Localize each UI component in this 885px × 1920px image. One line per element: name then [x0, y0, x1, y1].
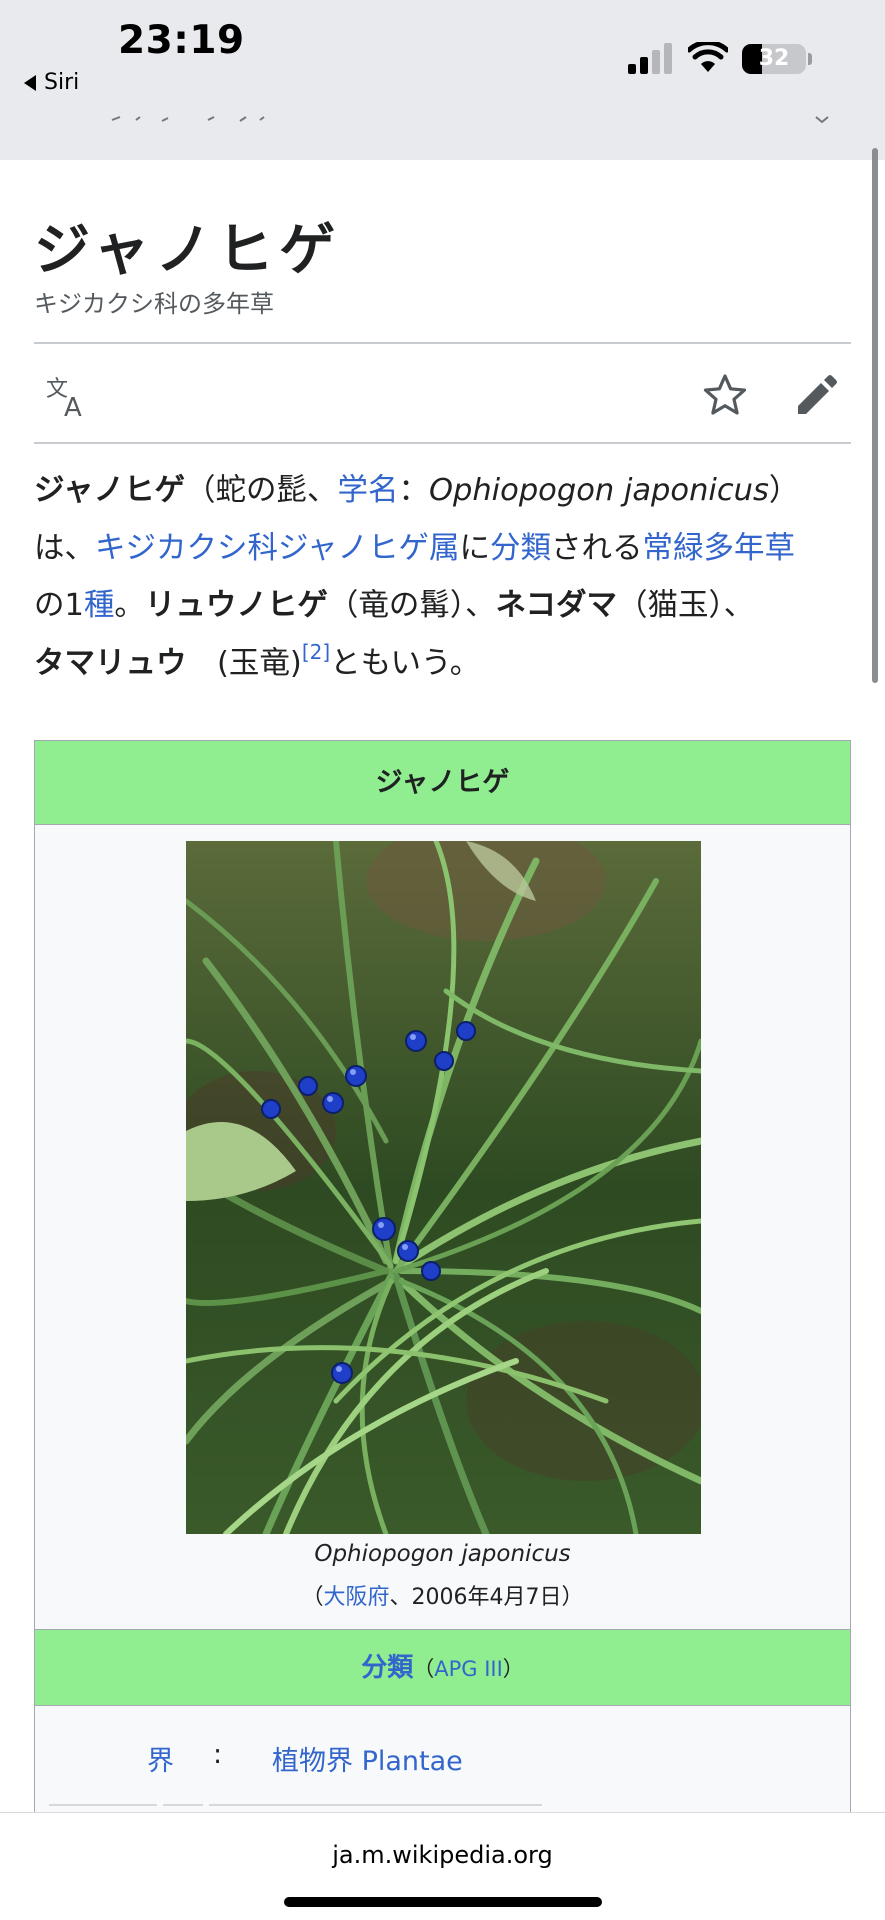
link-perennial[interactable]: 常緑多年草 [642, 531, 795, 566]
link-apg[interactable]: APG III [434, 1657, 503, 1681]
text: ） [502, 1657, 524, 1681]
pencil-icon[interactable] [794, 372, 840, 418]
taxonomy-separator: : [213, 1739, 223, 1770]
text: （蛇の髭、 [184, 473, 338, 508]
text: される [550, 530, 643, 566]
battery-percent: 32 [758, 46, 790, 71]
url-text[interactable]: ja.m.wikipedia.org [0, 1841, 885, 1869]
page-title: ジャノヒゲ [34, 217, 342, 283]
svg-text:A: A [64, 393, 82, 420]
bold-term: タマリュウ [34, 645, 187, 681]
table-rule [49, 1804, 157, 1806]
link-rank-kingdom[interactable]: 界 [147, 1739, 174, 1778]
table-rule [163, 1804, 203, 1806]
table-rule [209, 1804, 542, 1806]
home-indicator[interactable] [284, 1897, 602, 1907]
link-gakumei[interactable]: 学名 [337, 473, 398, 508]
text: （ [301, 1585, 324, 1610]
text: ： [398, 473, 429, 508]
image-caption: Ophiopogon japonicus [314, 1541, 571, 1567]
text: 。 [114, 588, 145, 623]
text: （ [413, 1657, 435, 1681]
link-species[interactable]: 種 [84, 588, 115, 623]
scientific-name: Ophiopogon japonicus [428, 473, 769, 508]
bold-term: ネコダマ [495, 588, 618, 623]
back-to-siri-button[interactable]: Siri [24, 70, 79, 95]
battery-icon: 32 [742, 44, 806, 74]
star-icon[interactable] [702, 372, 748, 418]
scrollbar[interactable] [872, 148, 878, 683]
page-subtitle: キジカクシ科の多年草 [34, 290, 274, 318]
divider [34, 442, 851, 444]
classification-header: 分類（APG III） [35, 1630, 850, 1706]
reference-link[interactable]: [2] [302, 640, 330, 664]
link-classification[interactable]: 分類 [361, 1653, 413, 1683]
chevron-down-icon [815, 116, 829, 124]
text: 、2006年4月7日） [389, 1585, 584, 1610]
header-remnant [111, 116, 265, 122]
wifi-icon [688, 42, 728, 72]
text: （竜の髯）、 [327, 588, 496, 623]
image-caption-detail: （大阪府、2006年4月7日） [35, 1579, 850, 1611]
back-label: Siri [44, 70, 80, 95]
browser-address-bar[interactable]: ja.m.wikipedia.org [0, 1812, 885, 1920]
link-plantae[interactable]: 植物界 Plantae [272, 1739, 463, 1778]
status-time: 23:19 [118, 18, 245, 63]
bold-term: リュウノヒゲ [144, 588, 328, 623]
infobox-title: ジャノヒゲ [35, 741, 850, 825]
link-osaka[interactable]: 大阪府 [324, 1585, 390, 1610]
infobox: ジャノヒゲ Ophiopogon japonicus （大阪府、2006年4月7… [34, 740, 851, 1840]
bold-term: ジャノヒゲ [34, 473, 185, 508]
text: ともいう。 [330, 645, 481, 681]
battery-nub [808, 53, 812, 65]
text: の1 [34, 588, 84, 623]
divider [34, 342, 851, 344]
text: に [459, 530, 490, 566]
link-bunrui[interactable]: 分類 [490, 531, 551, 566]
taxonomy-row: 界 : 植物界 Plantae [35, 1729, 850, 1789]
back-arrow-icon [24, 74, 36, 91]
text: (玉竜) [186, 645, 302, 681]
lead-paragraph: ジャノヒゲ（蛇の髭、学名：Ophiopogon japonicus）は、キジカク… [34, 462, 854, 692]
species-photo[interactable] [186, 841, 701, 1534]
text: （猫玉）、 [617, 588, 755, 623]
status-bar: 23:19 Siri 32 [0, 0, 885, 160]
link-genus[interactable]: キジカクシ科ジャノヒゲ属 [95, 531, 459, 566]
cellular-signal-icon [628, 43, 672, 74]
grass-illustration [186, 841, 701, 1534]
translate-icon[interactable]: 文 A [44, 372, 92, 420]
